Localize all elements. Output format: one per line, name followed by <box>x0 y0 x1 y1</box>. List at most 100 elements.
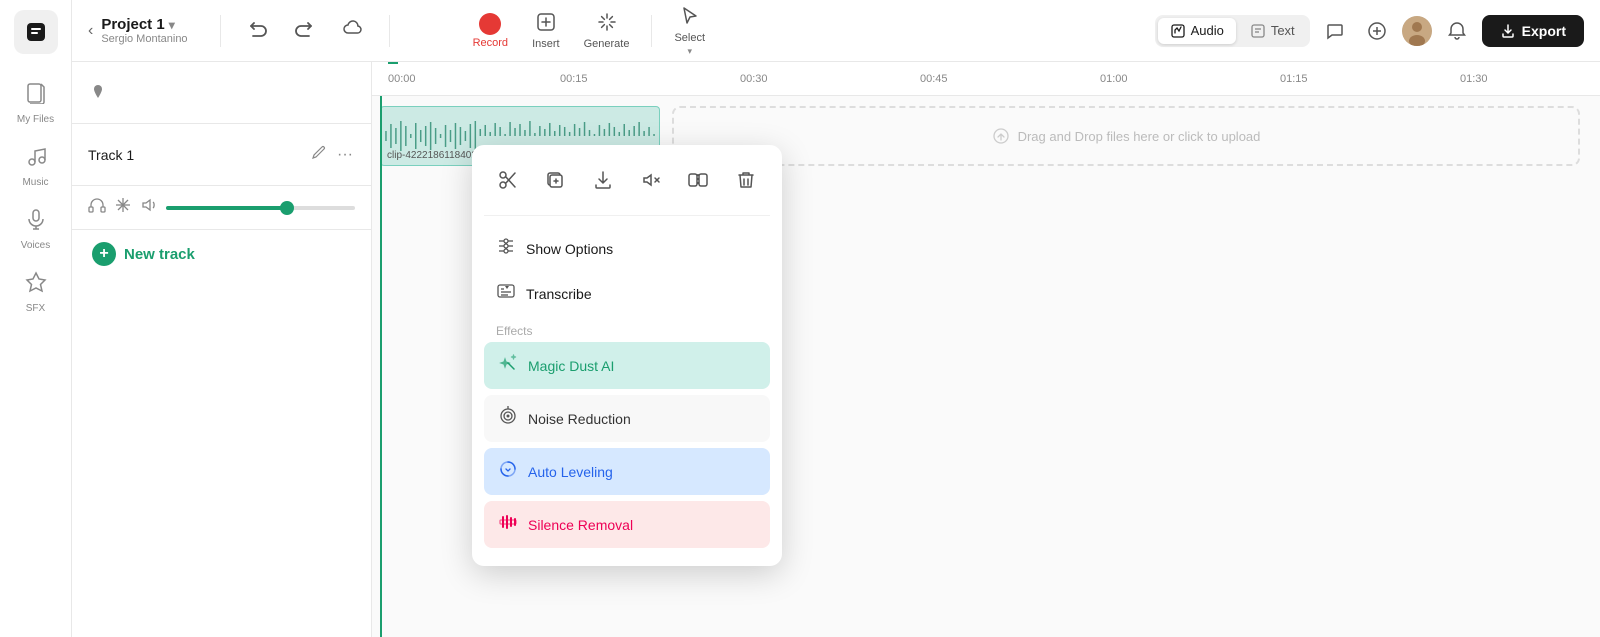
sidebar-item-music[interactable]: Music <box>0 135 71 198</box>
volume-icon[interactable] <box>140 196 158 219</box>
time-ruler-inner: 00:00 00:15 00:30 00:45 01:00 01:15 01:3… <box>380 62 1600 95</box>
back-button[interactable]: ‹ <box>88 22 93 40</box>
new-track-plus-icon: + <box>92 242 116 266</box>
time-marker-3: 00:45 <box>920 73 948 85</box>
export-button[interactable]: Export <box>1482 15 1584 47</box>
project-title-text: Project 1 <box>101 16 164 33</box>
toolbar-divider-3 <box>651 15 652 47</box>
ctx-magic-dust-button[interactable]: Magic Dust AI <box>484 342 770 389</box>
text-mode-button[interactable]: Text <box>1238 18 1307 44</box>
silence-removal-icon <box>498 512 518 537</box>
toolbar-left: ‹ Project 1 ▾ Sergio Montanino <box>88 16 188 45</box>
select-icon <box>679 5 701 30</box>
track-row: Track 1 ··· <box>72 124 371 230</box>
ctx-duplicate-button[interactable] <box>538 163 572 203</box>
upload-label: Drag and Drop files here or click to upl… <box>1018 129 1261 144</box>
sidebar-item-sfx[interactable]: SFX <box>0 261 71 324</box>
toolbar-center: Record Insert <box>406 1 773 61</box>
music-icon <box>25 145 47 173</box>
track-header-icons: ··· <box>309 142 355 167</box>
icon-sidebar: My Files Music Voices <box>0 0 72 637</box>
time-ruler: 00:00 00:15 00:30 00:45 01:00 01:15 01:3… <box>372 62 1600 96</box>
track-controls <box>72 186 371 229</box>
ctx-show-options-item[interactable]: Show Options <box>484 226 770 271</box>
context-menu-toolbar <box>484 157 770 216</box>
chevron-down-icon: ▾ <box>169 18 175 32</box>
record-button[interactable]: Record <box>463 9 518 53</box>
ctx-effects-label: Effects <box>484 316 770 342</box>
time-marker-6: 01:30 <box>1460 73 1488 85</box>
audio-mode-label: Audio <box>1191 23 1224 38</box>
track-more-button[interactable]: ··· <box>335 142 355 167</box>
generate-icon <box>596 11 618 36</box>
record-dot <box>479 13 501 35</box>
time-marker-1: 00:15 <box>560 73 588 85</box>
audio-mode-button[interactable]: Audio <box>1158 18 1236 44</box>
auto-leveling-label: Auto Leveling <box>528 464 613 480</box>
upload-area[interactable]: Drag and Drop files here or click to upl… <box>672 106 1580 166</box>
project-info: Project 1 ▾ Sergio Montanino <box>101 16 187 45</box>
insert-button[interactable]: Insert <box>522 7 570 54</box>
sidebar-item-voices[interactable]: Voices <box>0 198 71 261</box>
time-marker-5: 01:15 <box>1280 73 1308 85</box>
project-author: Sergio Montanino <box>101 33 187 45</box>
myfiles-icon <box>25 82 47 110</box>
snowflake-button[interactable] <box>114 196 132 219</box>
ctx-transcribe-label: Transcribe <box>526 286 592 302</box>
insert-icon <box>535 11 557 36</box>
track-header <box>72 62 371 124</box>
mode-toggle: Audio Text <box>1155 15 1310 47</box>
cloud-button[interactable] <box>333 15 373 46</box>
magic-dust-label: Magic Dust AI <box>528 358 614 374</box>
time-marker-2: 00:30 <box>740 73 768 85</box>
app-container: My Files Music Voices <box>0 0 1600 637</box>
ctx-mute-button[interactable] <box>634 163 668 203</box>
auto-leveling-icon <box>498 459 518 484</box>
time-marker-0: 00:00 <box>388 73 416 85</box>
volume-slider[interactable] <box>166 206 355 210</box>
comment-button[interactable] <box>1318 14 1352 48</box>
headphones-button[interactable] <box>88 196 106 219</box>
track-area: Track 1 ··· <box>72 62 1600 637</box>
app-logo[interactable] <box>14 10 58 54</box>
avatar[interactable] <box>1402 16 1432 46</box>
ctx-split-button[interactable] <box>681 163 715 203</box>
ctx-silence-removal-button[interactable]: Silence Removal <box>484 501 770 548</box>
select-button[interactable]: Select ▾ <box>664 1 715 61</box>
ctx-scissors-button[interactable] <box>491 163 525 203</box>
ctx-download-button[interactable] <box>586 163 620 203</box>
text-mode-label: Text <box>1271 23 1295 38</box>
ctx-show-options-icon <box>496 236 516 261</box>
context-menu: Show Options Transcribe Effects Magic Du… <box>472 145 782 566</box>
generate-label: Generate <box>584 38 630 50</box>
redo-button[interactable] <box>285 14 325 47</box>
undo-button[interactable] <box>237 14 277 47</box>
main-area: ‹ Project 1 ▾ Sergio Montanino <box>72 0 1600 637</box>
add-button[interactable] <box>1360 14 1394 48</box>
new-track-button[interactable]: + New track <box>72 230 371 278</box>
ctx-transcribe-icon <box>496 281 516 306</box>
ctx-noise-reduction-button[interactable]: Noise Reduction <box>484 395 770 442</box>
export-label: Export <box>1522 23 1566 39</box>
ctx-delete-button[interactable] <box>729 163 763 203</box>
ctx-transcribe-item[interactable]: Transcribe <box>484 271 770 316</box>
track-sidebar: Track 1 ··· <box>72 62 372 637</box>
project-title: Project 1 ▾ <box>101 16 187 33</box>
record-label: Record <box>473 37 508 49</box>
undo-icon <box>247 18 267 43</box>
track-edit-button[interactable] <box>309 142 329 167</box>
playhead-line <box>380 96 382 637</box>
ctx-auto-leveling-button[interactable]: Auto Leveling <box>484 448 770 495</box>
notification-button[interactable] <box>1440 14 1474 48</box>
magic-dust-icon <box>498 353 518 378</box>
upload-icon <box>992 127 1010 145</box>
sidebar-item-myfiles[interactable]: My Files <box>0 72 71 135</box>
voices-icon <box>25 208 47 236</box>
select-label: Select <box>674 32 705 44</box>
select-chevron-icon: ▾ <box>687 46 692 57</box>
toolbar: ‹ Project 1 ▾ Sergio Montanino <box>72 0 1600 62</box>
ctx-show-options-label: Show Options <box>526 241 613 257</box>
voices-label: Voices <box>21 240 50 251</box>
redo-icon <box>295 18 315 43</box>
generate-button[interactable]: Generate <box>574 7 640 54</box>
